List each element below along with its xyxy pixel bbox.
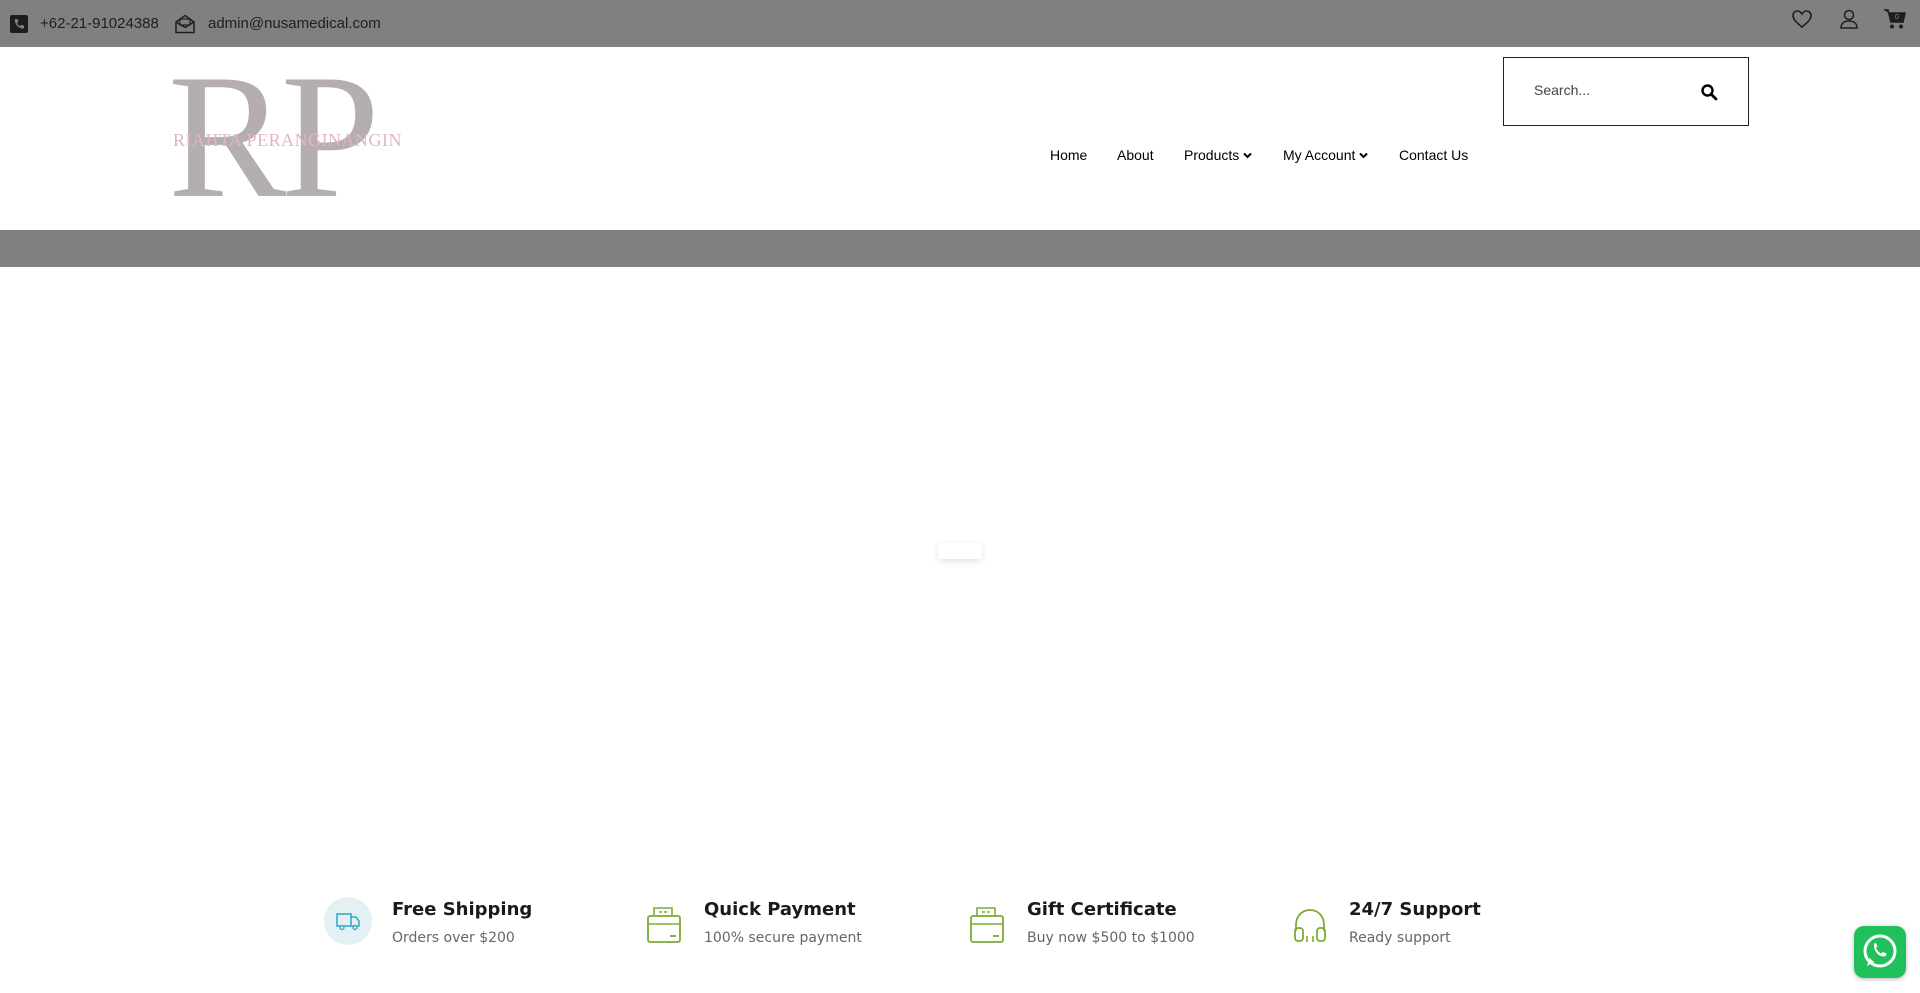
page-banner-bar <box>0 230 1920 267</box>
headphones-icon <box>1294 909 1326 942</box>
envelope-icon <box>175 14 195 33</box>
search-box <box>1503 57 1749 126</box>
feature-title: Gift Certificate <box>1027 899 1177 920</box>
cart-icon[interactable]: 0 <box>1883 8 1907 30</box>
search-input[interactable] <box>1534 82 1694 98</box>
cart-count: 0 <box>1895 13 1899 21</box>
nav-about[interactable]: About <box>1117 147 1154 163</box>
nav-products[interactable]: Products <box>1184 147 1252 163</box>
feature-subtitle: Buy now $500 to $1000 <box>1027 930 1195 946</box>
site-logo[interactable]: RP RIAHTA PERANGINANGIN <box>168 47 418 225</box>
nav-contact-label: Contact Us <box>1399 147 1469 163</box>
truck-icon <box>324 897 372 945</box>
logo-name: RIAHTA PERANGINANGIN <box>173 130 403 150</box>
nav-home[interactable]: Home <box>1050 147 1087 163</box>
feature-title: Quick Payment <box>704 899 856 920</box>
nav-my-account-label: My Account <box>1283 147 1356 163</box>
chevron-down-icon <box>1243 152 1252 158</box>
wallet-icon <box>647 907 681 943</box>
heart-icon[interactable] <box>1791 8 1813 30</box>
feature-title: Free Shipping <box>392 899 533 920</box>
phone-contact[interactable]: +62-21-91024388 <box>10 0 159 47</box>
nav-products-label: Products <box>1184 147 1240 163</box>
chevron-down-icon <box>1359 152 1369 158</box>
phone-number: +62-21-91024388 <box>40 15 159 32</box>
loading-indicator <box>938 543 982 559</box>
features-row: Free Shipping Orders over $200 Quick Pay… <box>0 895 1920 965</box>
nav-my-account[interactable]: My Account <box>1283 147 1369 163</box>
feature-subtitle: 100% secure payment <box>704 930 862 946</box>
nav-contact-us[interactable]: Contact Us <box>1399 147 1468 163</box>
nav-about-label: About <box>1117 147 1154 163</box>
site-header: RP RIAHTA PERANGINANGIN Home About Produ… <box>0 47 1920 230</box>
feature-subtitle: Orders over $200 <box>392 930 515 946</box>
wallet-icon <box>970 907 1004 943</box>
email-address: admin@nusamedical.com <box>208 15 381 32</box>
nav-home-label: Home <box>1050 147 1088 163</box>
feature-title: 24/7 Support <box>1349 899 1481 920</box>
whatsapp-button[interactable] <box>1854 926 1906 978</box>
phone-icon <box>10 14 28 33</box>
feature-subtitle: Ready support <box>1349 930 1451 946</box>
user-icon[interactable] <box>1838 8 1860 30</box>
whatsapp-icon <box>1863 934 1897 968</box>
search-icon[interactable] <box>1700 83 1718 101</box>
